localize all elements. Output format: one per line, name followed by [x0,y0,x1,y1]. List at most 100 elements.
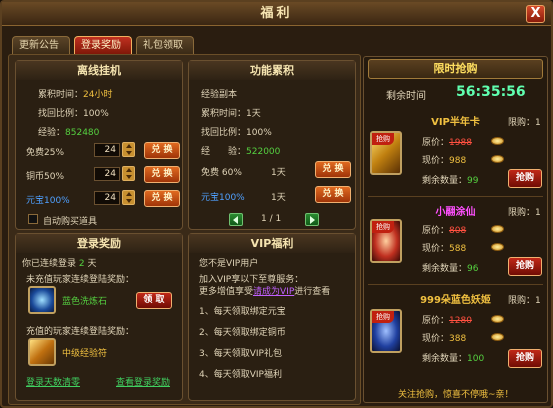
egg-icon: 抢购 [370,219,402,263]
auto-buy-label: 自动购买道具 [43,217,98,227]
offline-time-value: 24小时 [83,90,113,100]
now-label: 现价： [422,334,450,344]
countdown: 剩余时间 56:35:56 [372,84,540,102]
offline-free-stepper[interactable] [122,142,135,157]
offline-copper-exchange-button[interactable]: 兑 换 [144,166,180,183]
noncharge-label: 未充值玩家连续登陆奖励： [26,275,135,285]
flash-item-blue-roses: 999朵蓝色妖姬 限购：1 抢购 原价：1280 现价：388 剩余数量：100… [364,285,547,375]
function-time-label: 累积时间： [201,109,247,119]
function-sub: 经验副本 [201,90,238,100]
function-free-days: 1天 [271,168,286,178]
gold-coin-icon [491,315,504,323]
item-limit: 限购：1 [508,208,541,218]
close-button[interactable]: X [526,5,545,23]
next-page-button[interactable] [305,213,319,226]
offline-ratio-label: 找回比例： [38,109,84,119]
function-title: 功能累积 [189,61,355,80]
now-label: 现价： [422,156,450,166]
reset-days-link[interactable]: 登录天数清零 [26,375,80,388]
function-exp-label: 经 验： [201,147,247,157]
now-price: 388 [449,334,467,344]
page-indicator: 1 / 1 [261,214,282,224]
offline-gold-input[interactable]: 24 [94,191,120,205]
view-login-reward-link[interactable]: 查看登录奖励 [116,375,170,388]
sale-badge: 抢购 [372,221,394,233]
claim-button[interactable]: 领 取 [136,292,172,309]
function-gold-label: 元宝100% [201,193,245,203]
item2-name: 中级经验符 [62,349,108,359]
flash-sale-panel: 限时抢购 剩余时间 56:35:56 VIP半年卡 限购：1 抢购 原价：198… [363,56,548,403]
vip-card-icon: 抢购 [370,131,402,175]
offline-ratio-value: 100% [83,109,109,119]
offline-copper-input[interactable]: 24 [94,167,120,181]
vip-perk-4: 4、每天领取VIP福利 [199,370,282,380]
vip-perk-3: 3、每天领取VIP礼包 [199,349,282,359]
gold-coin-icon [491,333,504,341]
auto-buy-checkbox[interactable] [28,214,38,224]
tab-login-reward[interactable]: 登录奖励 [74,36,132,54]
flash-item-immortal: 小翮涂仙 限购：1 抢购 原价：808 现价：588 剩余数量：96 抢购 [364,197,547,287]
prev-page-button[interactable] [229,213,243,226]
vip-line2-pre: 更多增值享受 [199,287,254,297]
item-limit: 限购：1 [508,118,541,128]
function-ratio-value: 100% [246,128,272,138]
countdown-timer: 56:35:56 [456,84,526,100]
buy-button[interactable]: 抢购 [508,169,542,188]
sale-badge: 抢购 [372,311,394,323]
offline-exp-label: 经验： [38,128,66,138]
flash-footer: 关注抢购，惊喜不停哦~亲！ [398,390,514,400]
function-gold-exchange-button[interactable]: 兑 换 [315,186,351,203]
offline-gold-exchange-button[interactable]: 兑 换 [144,190,180,207]
blue-rose-icon: 抢购 [370,309,402,353]
become-vip-link[interactable]: 请成为VIP [253,287,294,297]
offline-free-exchange-button[interactable]: 兑 换 [144,142,180,159]
function-free-exchange-button[interactable]: 兑 换 [315,161,351,178]
offline-gold-stepper[interactable] [122,190,135,205]
offline-gold-label: 元宝100% [26,196,70,206]
function-ratio-label: 找回比例： [201,128,247,138]
offline-panel: 离线挂机 累积时间：24小时 找回比例：100% 经验：852480 免费25%… [15,60,183,230]
login-consec-post: 天 [87,259,97,269]
vip-perk-2: 2、每天领取绑定铜币 [199,328,286,338]
offline-free-input[interactable]: 24 [94,143,120,157]
vip-status: 您不是VIP用户 [199,259,259,269]
offline-copper-stepper[interactable] [122,166,135,181]
function-time-value: 1天 [246,109,261,119]
gold-coin-icon [491,155,504,163]
tab-update-notice[interactable]: 更新公告 [12,36,70,54]
orig-price: 1988 [449,138,472,148]
orig-label: 原价： [422,316,450,326]
buy-button[interactable]: 抢购 [508,257,542,276]
function-free-label: 免费 60% [201,168,242,178]
item-limit: 限购：1 [508,296,541,306]
gold-coin-icon [491,225,504,233]
offline-exp-value: 852480 [65,128,100,138]
login-panel: 登录奖励 你已连续登录 2 天 未充值玩家连续登陆奖励： 蓝色洗炼石 领 取 充… [15,233,183,401]
function-panel: 功能累积 经验副本 累积时间：1天 找回比例：100% 经 验：522000 免… [188,60,356,230]
now-price: 988 [449,156,467,166]
gold-coin-icon [491,243,504,251]
tab-gift-pack[interactable]: 礼包领取 [136,36,194,54]
gold-coin-icon [491,137,504,145]
offline-time-label: 累积时间： [38,90,84,100]
title-bar: 福利 X [2,2,551,26]
welfare-window: 福利 X 更新公告 登录奖励 礼包领取 离线挂机 累积时间：24小时 找回比例：… [0,0,553,408]
offline-free-label: 免费25% [26,148,65,158]
login-consec-num: 2 [78,259,85,269]
charge-label: 充值的玩家连续登陆奖励： [26,327,135,337]
vip-line2-post: 进行查看 [294,287,331,297]
buy-button[interactable]: 抢购 [508,349,542,368]
vip-title: VIP福利 [189,234,355,253]
remain-label: 剩余时间 [386,91,426,102]
now-label: 现价： [422,244,450,254]
orig-label: 原价： [422,138,450,148]
vip-panel: VIP福利 您不是VIP用户 加入VIP享以下至尊服务： 更多增值享受请成为VI… [188,233,356,401]
orig-price: 808 [449,226,467,236]
offline-copper-label: 铜币50% [26,172,65,182]
orig-price: 1280 [449,316,472,326]
item1-name: 蓝色洗炼石 [62,297,108,307]
login-title: 登录奖励 [16,234,182,253]
left-count: 99 [467,176,479,186]
flash-sale-title: 限时抢购 [368,59,543,79]
sale-badge: 抢购 [372,133,394,145]
